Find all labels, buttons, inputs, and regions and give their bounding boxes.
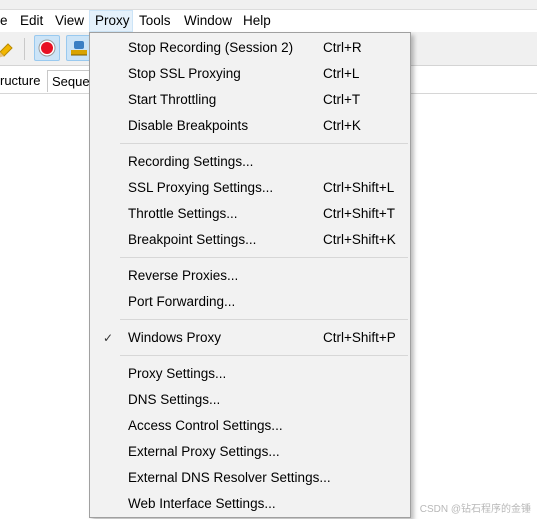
tab-structure[interactable]: ructure bbox=[0, 70, 44, 92]
menu-item-external-proxy-settings[interactable]: External Proxy Settings... bbox=[91, 439, 409, 465]
menu-item-label: External Proxy Settings... bbox=[128, 444, 280, 459]
menu-item-shortcut: Ctrl+Shift+T bbox=[323, 206, 396, 221]
watermark-text: CSDN @钻石程序的金锤 bbox=[419, 504, 531, 515]
menu-item-ssl-proxying-settings[interactable]: SSL Proxying Settings... Ctrl+Shift+L bbox=[91, 175, 409, 201]
menu-item-shortcut: Ctrl+Shift+P bbox=[323, 330, 396, 345]
menu-separator bbox=[120, 143, 408, 144]
throttle-icon bbox=[67, 41, 91, 63]
proxy-menu-dropdown: Stop Recording (Session 2) Ctrl+R Stop S… bbox=[89, 32, 411, 518]
menu-item-label: External DNS Resolver Settings... bbox=[128, 470, 331, 485]
menu-item-web-interface-settings[interactable]: Web Interface Settings... bbox=[91, 491, 409, 517]
menu-item-shortcut: Ctrl+Shift+L bbox=[323, 180, 395, 195]
menubar: e Edit View Proxy Tools Window Help bbox=[0, 10, 537, 32]
menu-item-throttle-settings[interactable]: Throttle Settings... Ctrl+Shift+T bbox=[91, 201, 409, 227]
menu-item-shortcut: Ctrl+Shift+K bbox=[323, 232, 396, 247]
menu-item-stop-recording[interactable]: Stop Recording (Session 2) Ctrl+R bbox=[91, 35, 409, 61]
menu-item-access-control-settings[interactable]: Access Control Settings... bbox=[91, 413, 409, 439]
menu-view[interactable]: View bbox=[55, 10, 84, 32]
menu-item-shortcut: Ctrl+L bbox=[323, 66, 360, 81]
record-button[interactable] bbox=[34, 35, 60, 61]
menu-item-label: Windows Proxy bbox=[128, 330, 222, 345]
checkmark-icon: ✓ bbox=[103, 331, 114, 345]
menu-item-label: Breakpoint Settings... bbox=[128, 232, 257, 247]
menu-item-breakpoint-settings[interactable]: Breakpoint Settings... Ctrl+Shift+K bbox=[91, 227, 409, 253]
tab-sequence[interactable]: Seque bbox=[47, 70, 93, 92]
menu-item-external-dns-resolver-settings[interactable]: External DNS Resolver Settings... bbox=[91, 465, 409, 491]
menu-item-disable-breakpoints[interactable]: Disable Breakpoints Ctrl+K bbox=[91, 113, 409, 139]
edit-pen-button[interactable] bbox=[0, 35, 20, 61]
menu-edit[interactable]: Edit bbox=[20, 10, 43, 32]
menu-file[interactable]: e bbox=[0, 10, 8, 32]
menu-item-port-forwarding[interactable]: Port Forwarding... bbox=[91, 289, 409, 315]
menu-help[interactable]: Help bbox=[243, 10, 271, 32]
menu-item-shortcut: Ctrl+K bbox=[323, 118, 361, 133]
menu-item-label: Throttle Settings... bbox=[128, 206, 238, 221]
menu-item-label: Stop SSL Proxying bbox=[128, 66, 241, 81]
menu-separator bbox=[120, 355, 408, 356]
menu-item-reverse-proxies[interactable]: Reverse Proxies... bbox=[91, 263, 409, 289]
menu-item-label: Reverse Proxies... bbox=[128, 268, 239, 283]
menu-item-label: Start Throttling bbox=[128, 92, 217, 107]
menu-item-windows-proxy[interactable]: ✓ Windows Proxy Ctrl+Shift+P bbox=[91, 325, 409, 351]
menu-item-label: SSL Proxying Settings... bbox=[128, 180, 274, 195]
menu-item-proxy-settings[interactable]: Proxy Settings... bbox=[91, 361, 409, 387]
pen-icon bbox=[0, 43, 20, 64]
menu-item-label: DNS Settings... bbox=[128, 392, 221, 407]
menu-item-label: Stop Recording (Session 2) bbox=[128, 40, 294, 55]
menu-item-recording-settings[interactable]: Recording Settings... bbox=[91, 149, 409, 175]
menu-item-label: Port Forwarding... bbox=[128, 294, 236, 309]
menu-item-label: Recording Settings... bbox=[128, 154, 254, 169]
menu-item-label: Proxy Settings... bbox=[128, 366, 227, 381]
menu-item-dns-settings[interactable]: DNS Settings... bbox=[91, 387, 409, 413]
menu-item-label: Disable Breakpoints bbox=[128, 118, 249, 133]
menu-item-start-throttling[interactable]: Start Throttling Ctrl+T bbox=[91, 87, 409, 113]
menu-item-stop-ssl-proxying[interactable]: Stop SSL Proxying Ctrl+L bbox=[91, 61, 409, 87]
menu-item-shortcut: Ctrl+R bbox=[323, 40, 362, 55]
menu-item-shortcut: Ctrl+T bbox=[323, 92, 361, 107]
window-top-strip bbox=[0, 0, 537, 10]
menu-window[interactable]: Window bbox=[184, 10, 232, 32]
menu-separator bbox=[120, 319, 408, 320]
toolbar-separator bbox=[24, 38, 25, 60]
record-icon bbox=[35, 39, 59, 63]
menu-item-label: Web Interface Settings... bbox=[128, 496, 276, 511]
menu-item-label: Access Control Settings... bbox=[128, 418, 283, 433]
menu-separator bbox=[120, 257, 408, 258]
menu-proxy[interactable]: Proxy bbox=[89, 10, 133, 32]
menu-tools[interactable]: Tools bbox=[139, 10, 171, 32]
